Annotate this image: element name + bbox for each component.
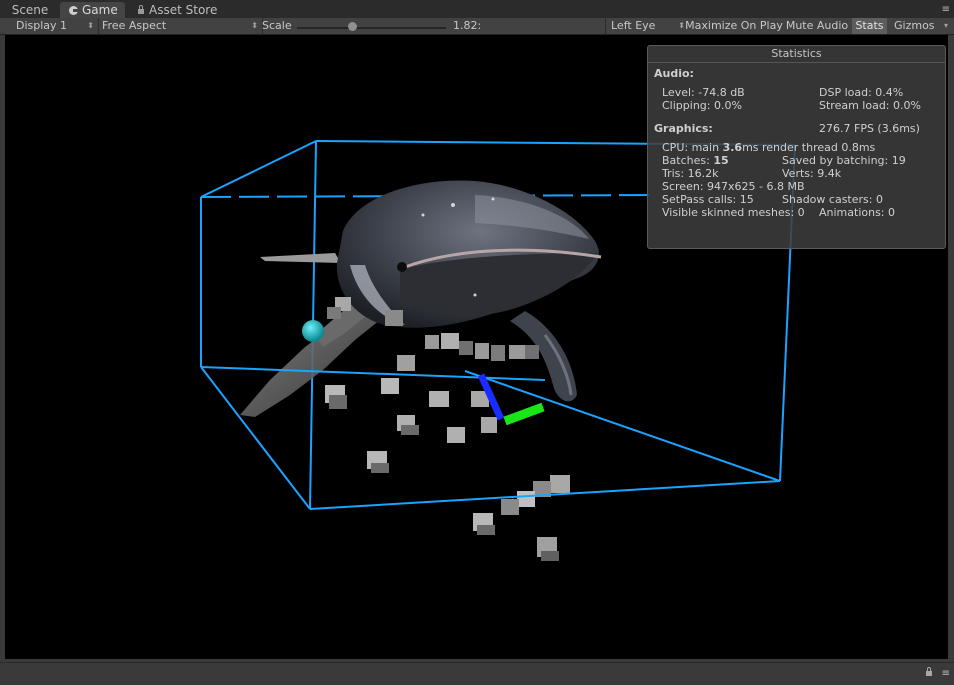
batches-value: 15 — [713, 154, 729, 167]
animations-count: Animations: 0 — [819, 206, 896, 219]
batches-prefix: Batches: — [662, 154, 714, 167]
tab-menu-icon[interactable]: ≡ — [942, 4, 950, 15]
status-bar: ≡ — [0, 662, 954, 685]
aspect-dropdown[interactable]: Free Aspect ⬍ — [97, 18, 263, 34]
gizmos-label: Gizmos — [894, 19, 935, 32]
whale-model — [240, 180, 602, 417]
dsp-load: DSP load: 0.4% — [819, 86, 904, 99]
pacman-icon — [69, 6, 78, 15]
cpu-line: CPU: main 3.6ms render thread 0.8ms — [662, 141, 875, 154]
scale-slider-thumb[interactable] — [348, 22, 357, 31]
mute-audio-button[interactable]: Mute Audio — [785, 18, 849, 34]
graphics-header: Graphics: — [654, 122, 713, 135]
lock-icon[interactable] — [926, 667, 932, 676]
chevron-down-icon: ▾ — [943, 21, 948, 30]
stats-button[interactable]: Stats — [852, 18, 887, 34]
screen-info: Screen: 947x625 - 6.8 MB — [662, 180, 805, 193]
scale-value: 1.82: — [453, 19, 482, 32]
setpass-calls: SetPass calls: 15 — [662, 193, 754, 206]
batches-line: Batches: 15 — [662, 154, 729, 167]
transform-handle — [477, 373, 545, 426]
scale-slider-track[interactable] — [297, 27, 446, 29]
dropdown-arrow-icon: ⬍ — [251, 21, 258, 30]
menu-icon[interactable]: ≡ — [942, 668, 950, 679]
cpu-suffix: ms render thread 0.8ms — [742, 141, 876, 154]
visible-skinned-meshes: Visible skinned meshes: 0 — [662, 206, 805, 219]
tris-count: Tris: 16.2k — [662, 167, 719, 180]
tab-asset-store[interactable]: Asset Store — [135, 2, 225, 18]
stream-load: Stream load: 0.0% — [819, 99, 921, 112]
dropdown-arrow-icon: ⬍ — [87, 21, 94, 30]
tab-scene-label: Scene — [11, 3, 49, 17]
shadow-casters: Shadow casters: 0 — [782, 193, 883, 206]
eye-value: Left Eye — [611, 19, 656, 32]
dropdown-arrow-icon: ⬍ — [678, 21, 685, 30]
scale-label: Scale — [262, 19, 292, 32]
pivot-sphere — [302, 320, 324, 342]
tab-game-label: Game — [82, 3, 118, 17]
fps-value: 276.7 FPS (3.6ms) — [819, 122, 920, 135]
display-value: Display 1 — [16, 19, 68, 32]
gizmos-dropdown[interactable]: Gizmos ▾ — [889, 18, 952, 34]
verts-count: Verts: 9.4k — [782, 167, 842, 180]
audio-level: Level: -74.8 dB — [662, 86, 745, 99]
tab-scene[interactable]: Scene — [5, 2, 55, 18]
eye-dropdown[interactable]: Left Eye ⬍ — [605, 18, 689, 34]
maximize-on-play-button[interactable]: Maximize On Play — [685, 18, 783, 34]
tab-asset-store-label: Asset Store — [149, 3, 218, 17]
audio-clipping: Clipping: 0.0% — [662, 99, 742, 112]
aspect-value: Free Aspect — [102, 19, 167, 32]
statistics-panel: Statistics Audio: Level: -74.8 dB DSP lo… — [647, 45, 946, 249]
cpu-prefix: CPU: main — [662, 141, 723, 154]
lock-icon — [138, 5, 144, 14]
display-dropdown[interactable]: Display 1 ⬍ — [10, 18, 99, 34]
saved-by-batching: Saved by batching: 19 — [782, 154, 906, 167]
statistics-title: Statistics — [648, 47, 945, 63]
tab-bar: Scene Game Asset Store ≡ — [0, 0, 954, 18]
tab-game[interactable]: Game — [60, 2, 125, 18]
audio-header: Audio: — [654, 67, 694, 80]
game-toolbar: Display 1 ⬍ Free Aspect ⬍ Scale 1.82: Left… — [0, 18, 954, 35]
cpu-main-value: 3.6 — [722, 141, 743, 154]
